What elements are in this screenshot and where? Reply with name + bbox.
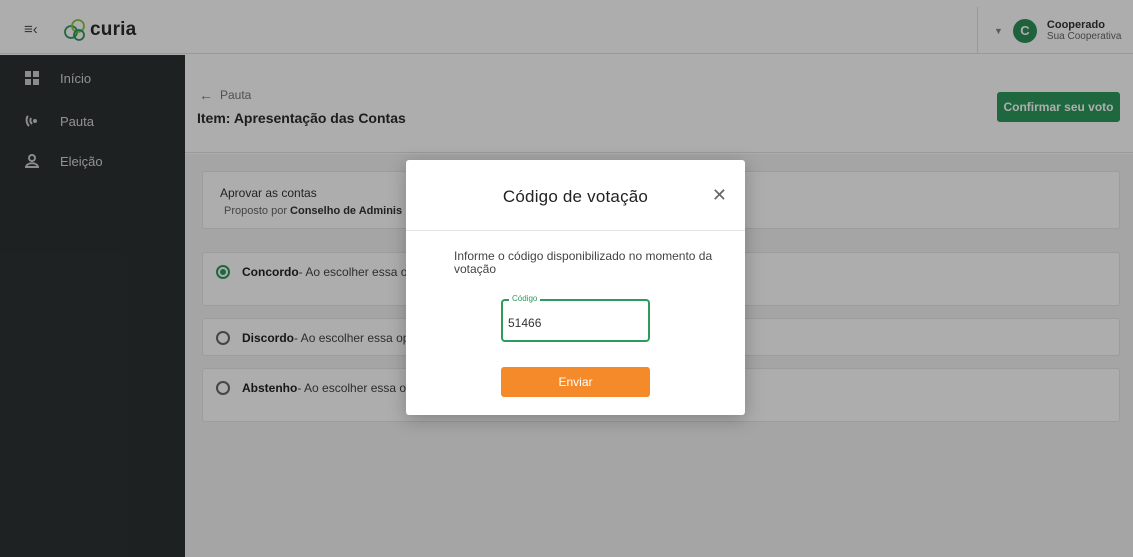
dialog-title: Código de votação bbox=[502, 187, 649, 206]
submit-button[interactable]: Enviar bbox=[501, 367, 650, 397]
voting-code-dialog: Código de votação ✕ Informe o código dis… bbox=[406, 160, 745, 415]
dialog-description: Informe o código disponibilizado no mome… bbox=[454, 249, 713, 276]
code-field-label: Código bbox=[509, 294, 541, 303]
code-input[interactable] bbox=[508, 316, 638, 330]
dialog-divider bbox=[406, 230, 745, 231]
code-field[interactable]: Código bbox=[501, 294, 650, 342]
close-icon[interactable]: ✕ bbox=[712, 186, 727, 204]
app-page: ≡‹ curia ▼ C Cooperado Sua Cooperativa I… bbox=[0, 0, 1133, 557]
